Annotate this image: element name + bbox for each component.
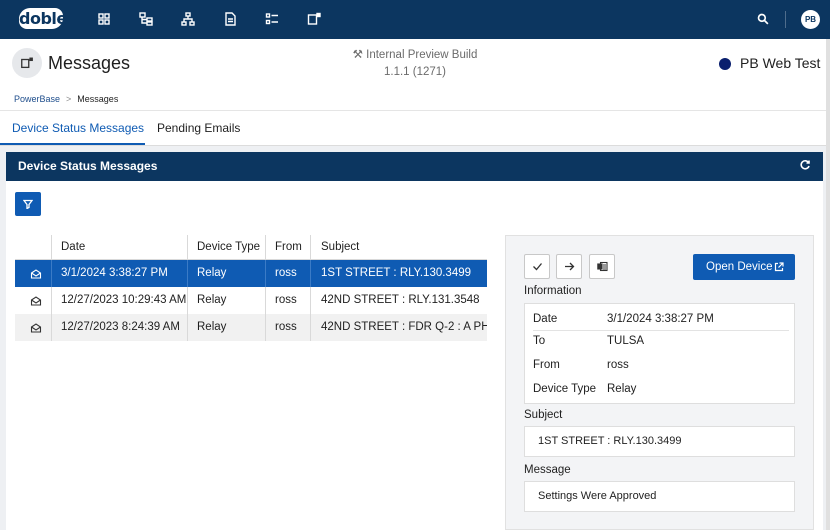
open-device-button[interactable]: Open Device — [693, 254, 795, 280]
row-device-type: Relay — [197, 321, 227, 333]
column-divider — [310, 260, 311, 287]
column-header-subject[interactable]: Subject — [321, 235, 487, 259]
information-box: Date 3/1/2024 3:38:27 PM To TULSA From r… — [524, 303, 795, 404]
info-value: Relay — [607, 383, 637, 395]
doble-logo[interactable]: doble — [19, 8, 67, 29]
panel-title: Device Status Messages — [18, 159, 158, 173]
page-title: Messages — [48, 53, 131, 73]
info-key: To — [533, 335, 546, 347]
build-version: 1.1.1 (1271) — [383, 66, 446, 78]
info-row-device-type: Device Type Relay — [533, 378, 789, 401]
network-icon[interactable] — [180, 11, 196, 27]
column-header-device-type[interactable]: Device Type — [197, 235, 267, 259]
column-divider — [265, 260, 266, 287]
column-header-from[interactable]: From — [275, 235, 315, 259]
table-header: Date Device Type From Subject — [15, 235, 487, 260]
table-row[interactable]: 3/1/2024 3:38:27 PM Relay ross 1ST STREE… — [15, 260, 487, 287]
breadcrumb-separator: > — [66, 94, 72, 104]
environment-status-dot — [719, 58, 731, 70]
export-button[interactable] — [589, 254, 615, 279]
tools-icon: ⚒ — [352, 49, 363, 61]
search-icon[interactable] — [757, 13, 769, 25]
column-divider — [51, 235, 52, 259]
page-scrollbar[interactable] — [826, 39, 830, 530]
forward-button[interactable] — [556, 254, 582, 279]
column-divider — [51, 314, 52, 341]
navbar-divider — [785, 11, 786, 28]
row-date: 12/27/2023 8:24:39 AM — [61, 321, 180, 333]
row-date: 3/1/2024 3:38:27 PM — [61, 267, 168, 279]
external-link-icon — [774, 262, 784, 272]
message-label: Message — [524, 464, 571, 476]
info-row-date: Date 3/1/2024 3:38:27 PM — [533, 308, 789, 331]
user-avatar[interactable]: PB — [801, 10, 820, 29]
breadcrumb: PowerBase > Messages — [14, 94, 118, 104]
tab-pending-emails[interactable]: Pending Emails — [157, 121, 240, 135]
info-value: 3/1/2024 3:38:27 PM — [607, 313, 714, 325]
info-key: Device Type — [533, 383, 597, 395]
column-divider — [265, 235, 266, 259]
breadcrumb-current: Messages — [77, 94, 119, 104]
spreadsheet-icon — [597, 261, 608, 272]
row-from: ross — [275, 321, 297, 333]
information-label: Information — [524, 285, 582, 297]
column-divider — [265, 314, 266, 341]
messages-icon[interactable] — [306, 11, 322, 27]
refresh-icon[interactable] — [799, 159, 811, 171]
build-label: ⚒ Internal Preview Build — [352, 49, 478, 61]
info-value: TULSA — [607, 335, 645, 347]
row-subject: 1ST STREET : RLY.130.3499 — [321, 267, 472, 279]
messages-table: Date Device Type From Subject 3/1/2024 3… — [15, 235, 487, 341]
hierarchy-icon[interactable] — [138, 11, 154, 27]
info-key: Date — [533, 313, 558, 325]
column-divider — [187, 235, 188, 259]
info-row-to: To TULSA — [533, 330, 789, 353]
column-header-date[interactable]: Date — [61, 235, 186, 259]
column-divider — [51, 287, 52, 314]
table-row[interactable]: 12/27/2023 8:24:39 AM Relay ross 42ND ST… — [15, 314, 487, 341]
environment-name: PB Web Test — [740, 55, 821, 71]
envelope-open-icon — [30, 269, 42, 279]
subject-label: Subject — [524, 409, 563, 421]
row-subject: 42ND STREET : FDR Q-2 : A PH — [321, 321, 487, 333]
header-divider — [0, 110, 830, 111]
messages-page-icon — [12, 48, 42, 78]
row-device-type: Relay — [197, 267, 227, 279]
row-subject: 42ND STREET : RLY.131.3548 — [321, 294, 480, 306]
column-divider — [187, 287, 188, 314]
open-device-label: Open Device — [706, 261, 773, 273]
mark-read-button[interactable] — [524, 254, 550, 279]
column-divider — [51, 260, 52, 287]
row-from: ross — [275, 294, 297, 306]
filter-button[interactable] — [15, 192, 41, 216]
check-icon — [533, 263, 542, 271]
row-date: 12/27/2023 10:29:43 AM — [61, 294, 186, 306]
tab-device-status-messages[interactable]: Device Status Messages — [12, 121, 144, 135]
row-device-type: Relay — [197, 294, 227, 306]
filter-icon — [23, 199, 33, 209]
info-value: ross — [607, 359, 629, 371]
column-divider — [265, 287, 266, 314]
column-divider — [310, 314, 311, 341]
dashboard-icon[interactable] — [96, 11, 112, 27]
column-divider — [310, 235, 311, 259]
subject-value: 1ST STREET : RLY.130.3499 — [524, 426, 795, 457]
envelope-open-icon — [30, 323, 42, 333]
document-icon[interactable] — [222, 11, 238, 27]
breadcrumb-root-link[interactable]: PowerBase — [14, 94, 60, 104]
envelope-open-icon — [30, 296, 42, 306]
column-divider — [187, 314, 188, 341]
table-row[interactable]: 12/27/2023 10:29:43 AM Relay ross 42ND S… — [15, 287, 487, 314]
info-row-from: From ross — [533, 354, 789, 377]
row-from: ross — [275, 267, 297, 279]
column-divider — [310, 287, 311, 314]
message-value: Settings Were Approved — [524, 481, 795, 512]
arrow-right-icon — [565, 262, 575, 271]
column-divider — [187, 260, 188, 287]
top-navbar: doble PB — [0, 0, 830, 39]
list-icon[interactable] — [264, 11, 280, 27]
page-header: Messages ⚒ Internal Preview Build 1.1.1 … — [0, 39, 830, 90]
info-key: From — [533, 359, 560, 371]
